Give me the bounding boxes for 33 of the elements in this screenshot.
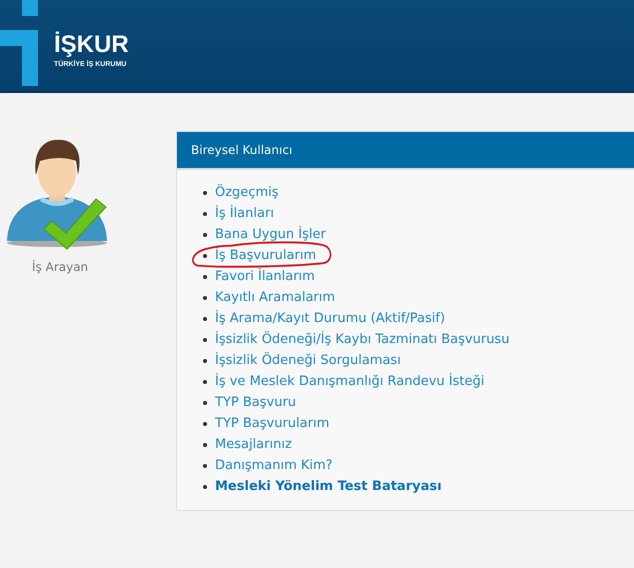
bullet-icon xyxy=(203,338,207,342)
menu-link[interactable]: Mesajlarınız xyxy=(215,437,292,452)
bullet-icon xyxy=(203,190,207,194)
bullet-icon xyxy=(203,232,207,236)
bullet-icon xyxy=(203,274,207,278)
menu-link[interactable]: İş Arama/Kayıt Durumu (Aktif/Pasif) xyxy=(215,311,446,326)
menu-link[interactable]: Favori İlanlarım xyxy=(215,269,315,284)
menu-link[interactable]: TYP Başvuru xyxy=(215,395,296,410)
menu-link[interactable]: Danışmanım Kim? xyxy=(215,458,333,473)
logo-icon xyxy=(0,0,40,86)
bullet-icon xyxy=(203,484,207,488)
bullet-icon xyxy=(203,254,207,258)
menu-link[interactable]: Bana Uygun İşler xyxy=(215,227,326,242)
menu-link[interactable]: İşsizlik Ödeneği Sorgulaması xyxy=(215,353,401,368)
bullet-icon xyxy=(203,358,207,362)
bullet-icon xyxy=(203,442,207,446)
panel-title: Bireysel Kullanıcı xyxy=(177,132,634,170)
logo-title: İŞKUR xyxy=(54,32,129,58)
bullet-icon xyxy=(203,464,207,468)
bullet-icon xyxy=(203,422,207,426)
menu-link[interactable]: Kayıtlı Aramalarım xyxy=(215,290,336,305)
menu-link[interactable]: Mesleki Yönelim Test Bataryası xyxy=(215,479,442,494)
menu-link[interactable]: TYP Başvurularım xyxy=(215,416,330,431)
bullet-icon xyxy=(203,380,207,384)
menu-link[interactable]: İş İlanları xyxy=(215,206,274,221)
bullet-icon xyxy=(203,400,207,404)
menu-link[interactable]: İş ve Meslek Danışmanlığı Randevu İsteği xyxy=(215,374,484,389)
bullet-icon xyxy=(203,296,207,300)
menu-link[interactable]: İşsizlik Ödeneği/İş Kaybı Tazminatı Başvurusu xyxy=(215,332,510,347)
menu-link[interactable]: Özgeçmiş xyxy=(215,185,279,200)
bullet-icon xyxy=(203,316,207,320)
bullet-icon xyxy=(203,212,207,216)
user-role-label: İş Arayan xyxy=(32,260,88,274)
